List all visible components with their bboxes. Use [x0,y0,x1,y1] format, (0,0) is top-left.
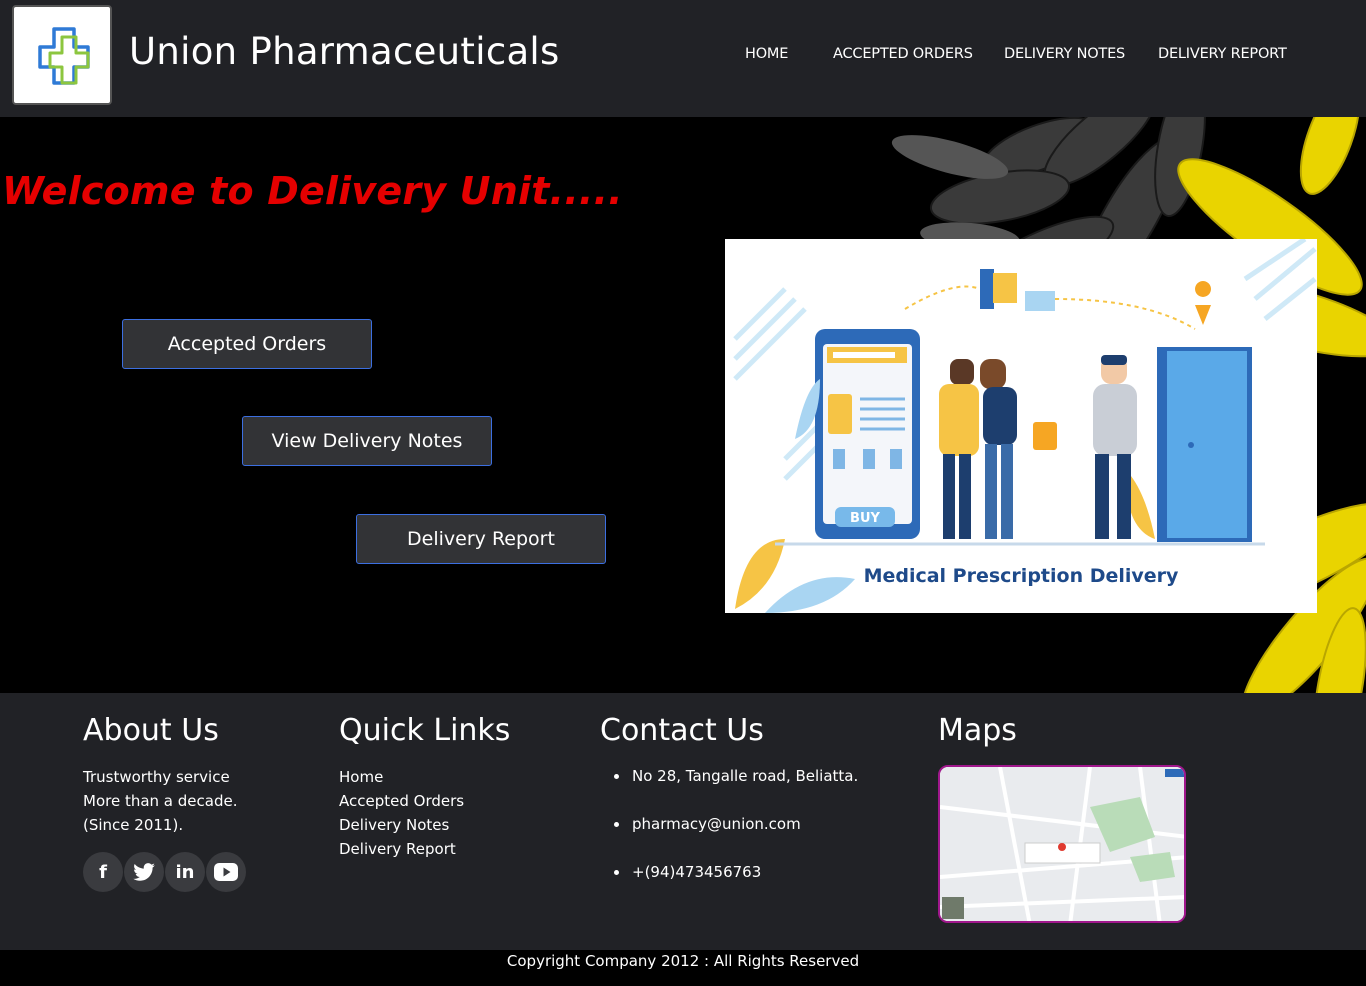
about-line: (Since 2011). [83,816,184,834]
contact-us-heading: Contact Us [600,713,764,748]
footer-link-accepted-orders[interactable]: Accepted Orders [339,789,464,813]
about-us-heading: About Us [83,713,219,748]
main-nav: HOME ACCEPTED ORDERS DELIVERY NOTES DELI… [0,46,1366,70]
delivery-illustration: BUY Medical Prescription Delivery [725,239,1317,613]
contact-phone: +(94)473456763 [612,861,858,909]
accepted-orders-button[interactable]: Accepted Orders [122,319,372,369]
footer-link-delivery-report[interactable]: Delivery Report [339,837,464,861]
social-links: f in [83,852,246,892]
nav-delivery-notes[interactable]: DELIVERY NOTES [1004,46,1125,62]
illustration-caption: Medical Prescription Delivery [864,565,1179,587]
contact-list: No 28, Tangalle road, Beliatta. pharmacy… [612,765,858,909]
contact-email: pharmacy@union.com [612,813,858,861]
nav-accepted-orders[interactable]: ACCEPTED ORDERS [833,46,973,62]
facebook-icon[interactable]: f [83,852,123,892]
copyright-text: Copyright Company 2012 : All Rights Rese… [0,950,1366,986]
nav-delivery-report[interactable]: DELIVERY REPORT [1158,46,1287,62]
site-footer: About Us Trustworthy service More than a… [0,693,1366,950]
about-line: Trustworthy service [83,768,230,786]
youtube-icon[interactable] [206,852,246,892]
welcome-heading: Welcome to Delivery Unit..... [2,169,623,213]
footer-link-delivery-notes[interactable]: Delivery Notes [339,813,464,837]
maps-heading: Maps [938,713,1017,748]
footer-link-home[interactable]: Home [339,765,464,789]
buy-label: BUY [850,511,880,526]
view-delivery-notes-button[interactable]: View Delivery Notes [242,416,492,466]
about-us-text: Trustworthy service More than a decade. … [83,765,237,837]
map-embed[interactable] [938,765,1186,923]
quick-links-heading: Quick Links [339,713,511,748]
contact-address: No 28, Tangalle road, Beliatta. [612,765,858,813]
twitter-icon[interactable] [124,852,164,892]
quick-links-list: Home Accepted Orders Delivery Notes Deli… [339,765,464,861]
nav-home[interactable]: HOME [745,46,788,62]
delivery-report-button[interactable]: Delivery Report [356,514,606,564]
site-header: Union Pharmaceuticals HOME ACCEPTED ORDE… [0,0,1366,117]
about-line: More than a decade. [83,792,238,810]
hero-section: Welcome to Delivery Unit..... Accepted O… [0,117,1366,693]
linkedin-icon[interactable]: in [165,852,205,892]
